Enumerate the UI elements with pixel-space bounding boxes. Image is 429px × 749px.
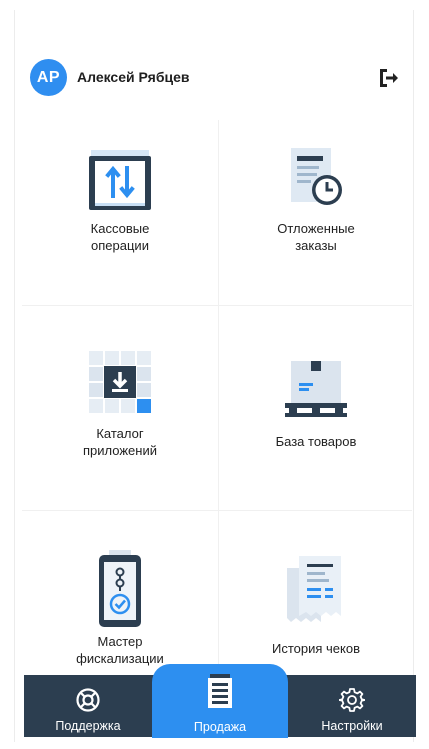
- main-menu-grid: Кассовые операции Отложенные заказы Ката…: [22, 120, 412, 675]
- gear-icon: [339, 688, 365, 712]
- tile-label: Мастер фискализации: [76, 634, 164, 666]
- lifebuoy-icon: [76, 688, 100, 712]
- app-screen: АР Алексей Рябцев Кассовые операции Отло…: [0, 0, 429, 749]
- nav-settings[interactable]: Настройки: [288, 675, 416, 737]
- logout-icon: [380, 69, 398, 87]
- tile-app-catalog[interactable]: Каталог приложений: [22, 325, 218, 515]
- cash-register-icon: [208, 674, 232, 708]
- tile-label: База товаров: [275, 434, 357, 449]
- user-name: Алексей Рябцев: [77, 69, 190, 85]
- fiscalization-wizard-icon: [99, 550, 141, 627]
- nav-support[interactable]: Поддержка: [24, 675, 152, 737]
- avatar[interactable]: АР: [30, 59, 67, 96]
- tile-label: Кассовые операции: [90, 221, 150, 253]
- deferred-orders-icon: [291, 148, 342, 205]
- profile-header: АР Алексей Рябцев: [30, 58, 402, 98]
- product-base-icon: [285, 361, 347, 417]
- receipt-history-icon: [287, 556, 341, 622]
- nav-sale[interactable]: Продажа: [152, 664, 288, 738]
- tile-product-base[interactable]: База товаров: [218, 325, 414, 515]
- tile-deferred-orders[interactable]: Отложенные заказы: [218, 120, 414, 310]
- tile-label: Каталог приложений: [83, 426, 157, 458]
- app-catalog-icon: [89, 351, 151, 413]
- logout-button[interactable]: [376, 65, 402, 91]
- nav-support-label: Поддержка: [55, 719, 121, 733]
- tile-label: История чеков: [272, 641, 360, 656]
- tile-cash-operations[interactable]: Кассовые операции: [22, 120, 218, 310]
- nav-settings-label: Настройки: [321, 719, 383, 733]
- nav-sale-label: Продажа: [193, 720, 247, 734]
- tile-label: Отложенные заказы: [277, 221, 355, 253]
- cash-operations-icon: [89, 150, 151, 210]
